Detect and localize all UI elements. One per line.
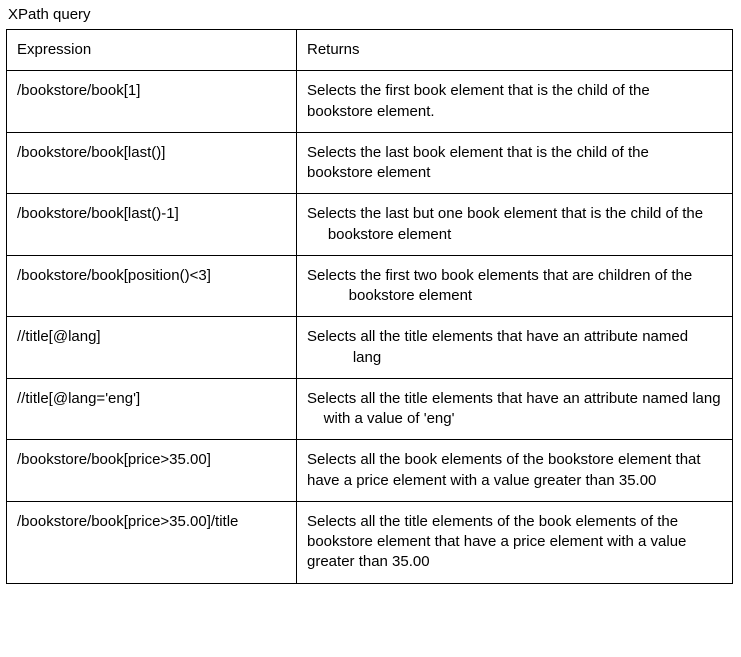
cell-returns: Selects the first two book elements that… (297, 255, 733, 317)
cell-returns: Selects the first book element that is t… (297, 71, 733, 133)
cell-expression: /bookstore/book[price>35.00]/title (7, 501, 297, 583)
cell-expression: /bookstore/book[1] (7, 71, 297, 133)
table-row: /bookstore/book[last()-1] Selects the la… (7, 194, 733, 256)
table-row: //title[@lang='eng'] Selects all the tit… (7, 378, 733, 440)
table-header-row: Expression Returns (7, 30, 733, 71)
cell-returns: Selects the last but one book element th… (297, 194, 733, 256)
cell-expression: /bookstore/book[last()] (7, 132, 297, 194)
cell-expression: /bookstore/book[price>35.00] (7, 440, 297, 502)
cell-returns: Selects all the title elements of the bo… (297, 501, 733, 583)
cell-expression: /bookstore/book[last()-1] (7, 194, 297, 256)
header-expression: Expression (7, 30, 297, 71)
cell-expression: //title[@lang] (7, 317, 297, 379)
table-row: /bookstore/book[price>35.00]/title Selec… (7, 501, 733, 583)
xpath-table: Expression Returns /bookstore/book[1] Se… (6, 29, 733, 584)
table-row: /bookstore/book[price>35.00] Selects all… (7, 440, 733, 502)
table-row: //title[@lang] Selects all the title ele… (7, 317, 733, 379)
table-row: /bookstore/book[position()<3] Selects th… (7, 255, 733, 317)
page-title: XPath query (8, 6, 735, 23)
cell-returns: Selects all the title elements that have… (297, 378, 733, 440)
cell-expression: /bookstore/book[position()<3] (7, 255, 297, 317)
cell-returns: Selects the last book element that is th… (297, 132, 733, 194)
cell-expression: //title[@lang='eng'] (7, 378, 297, 440)
cell-returns: Selects all the book elements of the boo… (297, 440, 733, 502)
table-row: /bookstore/book[last()] Selects the last… (7, 132, 733, 194)
header-returns: Returns (297, 30, 733, 71)
table-row: /bookstore/book[1] Selects the first boo… (7, 71, 733, 133)
cell-returns: Selects all the title elements that have… (297, 317, 733, 379)
